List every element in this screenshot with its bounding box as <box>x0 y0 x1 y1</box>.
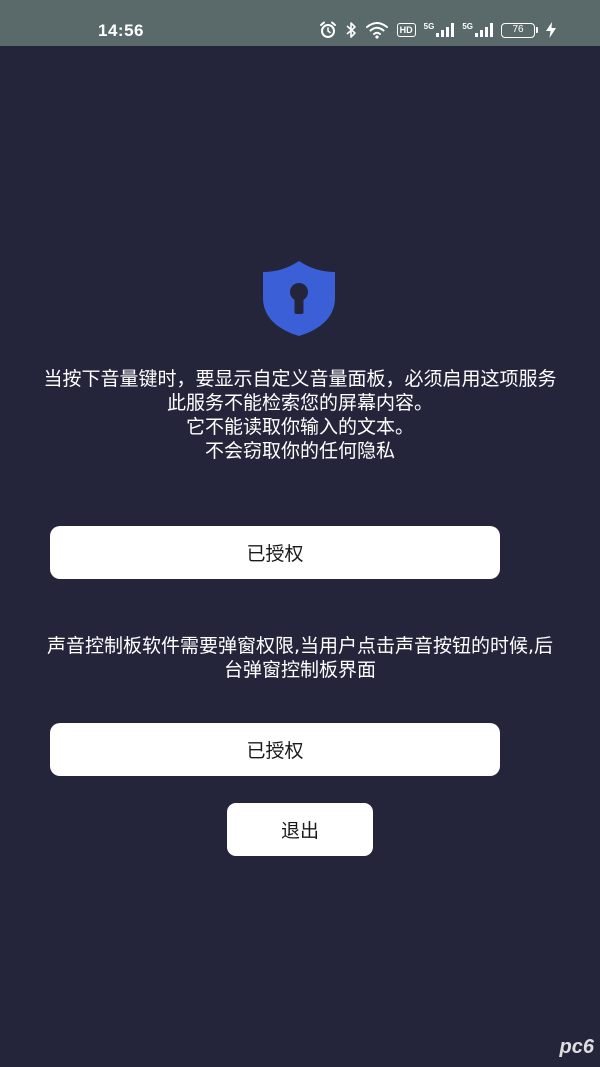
signal-label: 5G <box>423 22 435 31</box>
status-icons: HD 5G 5G 76 <box>319 20 556 40</box>
description-line: 当按下音量键时，要显示自定义音量面板，必须启用这项服务 <box>43 368 557 390</box>
signal-label: 5G <box>462 22 473 31</box>
description-line: 声音控制板软件需要弹窗权限,当用户点击声音按钮的时候,后台弹窗控制板界面 <box>46 635 554 681</box>
watermark-logo: pc6 <box>559 1036 594 1058</box>
accessibility-authorized-button[interactable]: 已授权 <box>50 526 500 579</box>
status-time: 14:56 <box>98 21 144 40</box>
status-bar: 14:56 HD 5G 5G 76 <box>0 0 600 46</box>
accessibility-description: 当按下音量键时，要显示自定义音量面板，必须启用这项服务 此服务不能检索您的屏幕内… <box>40 367 560 463</box>
signal-icon: 5G <box>462 23 493 37</box>
alarm-icon <box>319 21 337 39</box>
description-line: 它不能读取你输入的文本。 <box>185 416 414 438</box>
bluetooth-icon <box>345 21 357 39</box>
hd-icon: HD <box>396 23 416 37</box>
battery-level: 76 <box>501 22 535 38</box>
signal-icon: 5G <box>424 23 455 37</box>
description-line: 不会窃取你的任何隐私 <box>204 440 395 462</box>
hd-label: HD <box>396 23 416 37</box>
overlay-permission-description: 声音控制板软件需要弹窗权限,当用户点击声音按钮的时候,后台弹窗控制板界面 <box>38 634 562 682</box>
charging-icon <box>546 22 556 38</box>
description-line: 此服务不能检索您的屏幕内容。 <box>166 392 433 414</box>
exit-button[interactable]: 退出 <box>227 803 373 856</box>
battery-icon: 76 <box>501 22 538 38</box>
overlay-authorized-button[interactable]: 已授权 <box>50 723 500 776</box>
wifi-icon <box>365 21 389 39</box>
shield-keyhole-icon <box>259 258 339 338</box>
